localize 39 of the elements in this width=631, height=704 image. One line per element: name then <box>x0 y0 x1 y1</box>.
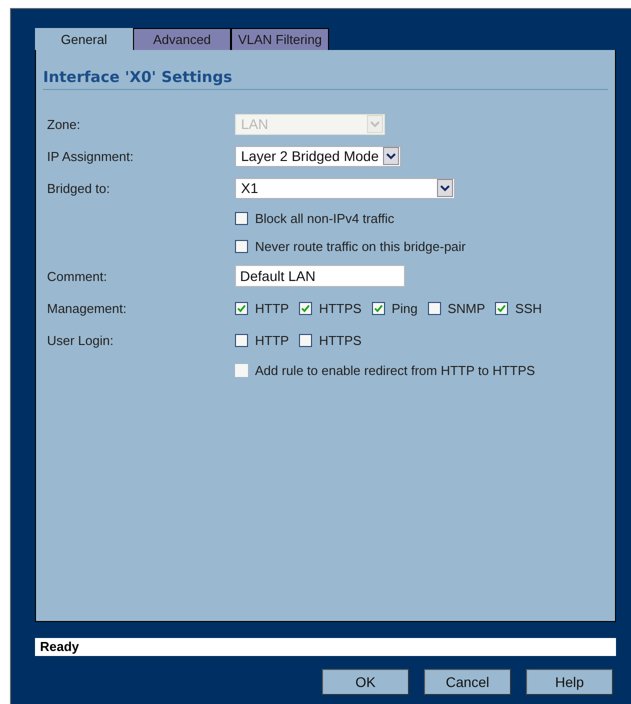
checkbox-label: SNMP <box>448 300 486 316</box>
status-bar: Ready <box>35 638 616 656</box>
field-label: IP Assignment: <box>47 148 134 164</box>
checkbox[interactable] <box>235 212 248 224</box>
chevron-down-icon <box>367 115 383 133</box>
tab[interactable]: VLAN Filtering <box>231 28 329 50</box>
checkbox-label: Block all non-IPv4 traffic <box>255 210 394 226</box>
checkbox-label: HTTP <box>255 332 289 348</box>
dialog-button[interactable]: OK <box>322 669 409 695</box>
checkbox[interactable] <box>235 240 248 252</box>
dropdown[interactable]: X1 <box>235 178 455 198</box>
checkbox[interactable] <box>235 302 248 314</box>
comment-field[interactable]: Default LAN <box>235 265 405 287</box>
chevron-down-icon <box>437 179 453 197</box>
field-label: User Login: <box>47 332 114 348</box>
checkbox[interactable] <box>372 302 385 314</box>
field-label: Bridged to: <box>47 180 110 196</box>
chevron-down-icon <box>382 147 399 165</box>
checkbox[interactable] <box>495 302 508 314</box>
tab[interactable]: General <box>35 28 133 50</box>
checkbox-label: Add rule to enable redirect from HTTP to HTTPS <box>255 362 536 378</box>
checkbox[interactable] <box>428 302 441 314</box>
dialog-button[interactable]: Cancel <box>424 669 511 695</box>
checkbox[interactable] <box>235 334 248 346</box>
checkbox-label: HTTPS <box>318 300 362 316</box>
field-label: Comment: <box>47 268 107 284</box>
dialog-button[interactable]: Help <box>526 669 613 695</box>
field-label: Management: <box>47 300 126 316</box>
checkbox[interactable] <box>298 302 312 314</box>
section-heading: Interface 'X0' Settings <box>43 68 608 90</box>
checkbox-label: HTTP <box>255 300 289 316</box>
dropdown[interactable]: Layer 2 Bridged Mode <box>235 146 401 166</box>
checkbox-label: SSH <box>515 300 542 316</box>
field-label: Zone: <box>47 116 80 132</box>
checkbox-label: Never route traffic on this bridge-pair <box>255 238 466 254</box>
tab[interactable]: Advanced <box>133 28 231 50</box>
checkbox[interactable] <box>298 334 312 346</box>
checkbox-label: Ping <box>392 300 418 316</box>
checkbox-label: HTTPS <box>318 332 362 348</box>
